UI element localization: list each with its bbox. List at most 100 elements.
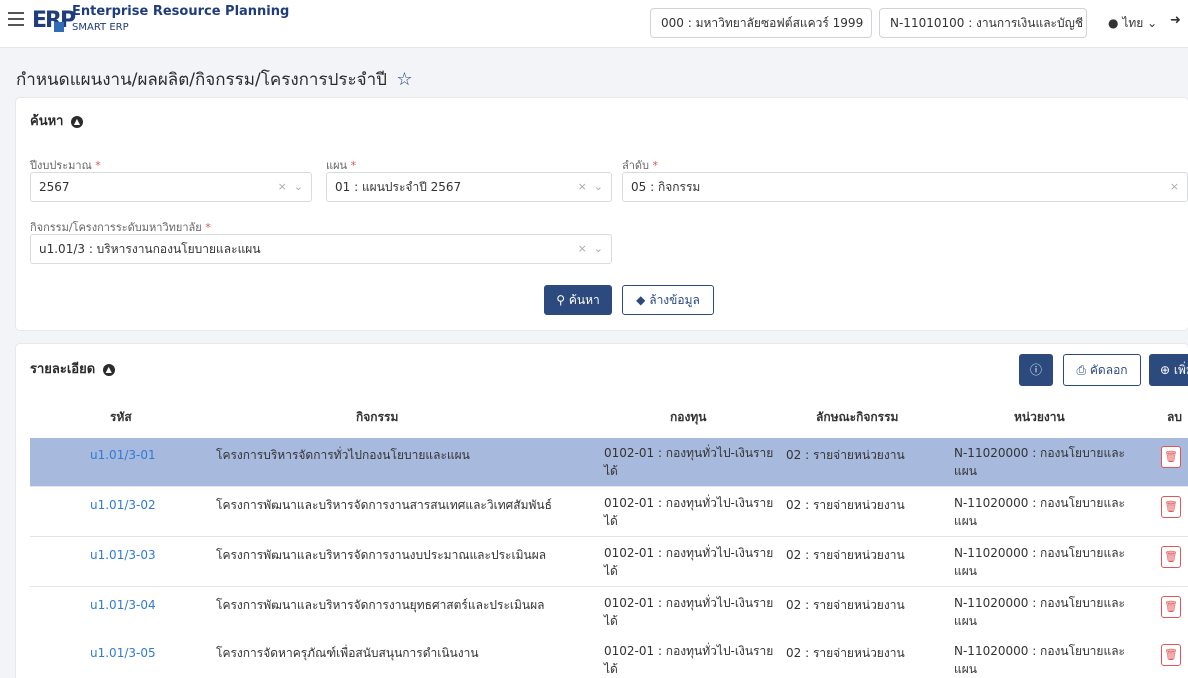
table-row[interactable]: u1.01/3-02 โครงการพัฒนาและบริหารจัดการงาน… [30,488,1188,537]
column-header-fund[interactable]: กองทุน [670,402,706,432]
row-unit: N-11020000 : กองนโยบายและ แผน [954,594,1125,630]
page-title: กำหนดแผนงาน/ผลผลิต/กิจกรรม/โครงการประจำป… [16,66,413,93]
row-unit-line1: N-11020000 : กองนโยบายและ [954,644,1125,658]
logout-icon[interactable]: ➜ [1170,13,1181,28]
delete-button[interactable]: 🗑 [1161,644,1181,666]
row-activity-type: 02 : รายจ่ายหน่วยงาน [786,448,905,462]
copy-icon: ⎙ [1076,363,1087,377]
copy-button[interactable]: ⎙ คัดลอก [1063,354,1141,386]
row-activity: โครงการจัดหาครุภัณฑ์เพื่อสนับสนุนการดำเน… [216,646,479,660]
row-code-link[interactable]: u1.01/3-05 [90,644,156,662]
department-selector[interactable]: N-11010100 : งานการเงินและบัญชี [879,8,1087,38]
row-unit-line2: แผน [954,514,977,528]
search-heading: ค้นหา [30,114,64,129]
row-fund-line2: ได้ [604,614,618,628]
language-selector[interactable]: ● ไทย ⌄ [1108,14,1157,33]
delete-button[interactable]: 🗑 [1161,596,1181,618]
select-controls-icon[interactable]: × ⌄ [278,173,303,201]
table-row[interactable]: u1.01/3-01 โครงการบริหารจัดการทั่วไปกองนโ… [30,438,1188,487]
eraser-icon: ◆ [636,293,646,307]
row-activity-type: 02 : รายจ่ายหน่วยงาน [786,646,905,660]
row-fund-line2: ได้ [604,464,618,478]
row-activity-type: 02 : รายจ่ายหน่วยงาน [786,548,905,562]
row-code-link[interactable]: u1.01/3-03 [90,546,156,564]
collapse-icon[interactable]: ▲ [102,363,115,376]
table-row[interactable]: u1.01/3-05 โครงการจัดหาครุภัณฑ์เพื่อสนับส… [30,636,1188,678]
select-controls-icon[interactable]: × ⌄ [578,235,603,263]
page-title-text: กำหนดแผนงาน/ผลผลิต/กิจกรรม/โครงการประจำป… [16,70,387,90]
row-fund-line1: 0102-01 : กองทุนทั่วไป-เงินราย [604,596,774,610]
row-code-link[interactable]: u1.01/3-02 [90,496,156,514]
clear-button[interactable]: ◆ ล้างข้อมูล [622,285,714,315]
row-fund: 0102-01 : กองทุนทั่วไป-เงินราย ได้ [604,642,773,678]
trash-icon: 🗑 [1164,600,1178,613]
copy-button-label: คัดลอก [1089,363,1128,377]
menu-icon[interactable] [8,12,24,26]
order-select[interactable]: 05 : กิจกรรม × [622,172,1188,202]
row-unit-line1: N-11020000 : กองนโยบายและ [954,546,1125,560]
search-button-label: ค้นหา [568,293,600,307]
erp-logo[interactable]: ERP [32,6,76,36]
collapse-icon[interactable]: ▲ [70,115,83,128]
trash-icon: 🗑 [1164,500,1178,513]
column-header-activity-type[interactable]: ลักษณะกิจกรรม [816,402,898,432]
table-row[interactable]: u1.01/3-03 โครงการพัฒนาและบริหารจัดการงาน… [30,538,1188,587]
row-fund: 0102-01 : กองทุนทั่วไป-เงินราย ได้ [604,494,773,530]
row-unit-line2: แผน [954,564,977,578]
top-bar: ERP Enterprise Resource Planning SMART E… [0,0,1188,48]
order-value: 05 : กิจกรรม [631,180,701,194]
row-unit: N-11020000 : กองนโยบายและแผน [954,544,1125,580]
column-header-delete: ลบ [1167,410,1182,424]
search-panel-header[interactable]: ค้นหา ▲ [30,110,83,131]
select-controls-icon[interactable]: × ⌄ [578,173,603,201]
select-controls-icon[interactable]: × [1170,173,1179,201]
plan-value: 01 : แผนประจำปี 2567 [335,180,462,194]
trash-icon: 🗑 [1164,550,1178,563]
row-code-link[interactable]: u1.01/3-04 [90,596,156,614]
row-fund-line2: ได้ [604,564,618,578]
column-header-unit[interactable]: หน่วยงาน [1014,402,1065,432]
row-activity-type: 02 : รายจ่ายหน่วยงาน [786,498,905,512]
search-panel: ค้นหา ▲ ปีงบประมาณ * 2567 × ⌄ แผน * 01 :… [16,98,1188,330]
add-button[interactable]: ⊕ เพิ่ม [1149,354,1188,386]
row-unit-line2: แผน [954,662,977,676]
organization-selector[interactable]: 000 : มหาวิทยาลัยซอฟต์สแควร์ 1999 [650,8,872,38]
column-header-code[interactable]: รหัส [110,402,132,432]
table-header: รหัส กิจกรรม กองทุน ลักษณะกิจกรรม หน่วยง… [30,402,1188,432]
search-button[interactable]: ⚲ ค้นหา [544,285,612,315]
row-unit-line1: N-11020000 : กองนโยบายและ [954,496,1125,510]
row-activity: โครงการพัฒนาและบริหารจัดการงานงบประมาณแล… [216,548,547,562]
detail-panel-header[interactable]: รายละเอียด ▲ [30,358,115,379]
search-icon: ⚲ [556,293,566,307]
app-subtitle: SMART ERP [72,22,129,33]
column-header-activity[interactable]: กิจกรรม [356,402,398,432]
row-unit: N-11020000 : กองนโยบายและแผน [954,642,1125,678]
app-title: Enterprise Resource Planning [72,4,290,19]
plus-circle-icon: ⊕ [1160,363,1171,377]
row-unit: N-11020000 : กองนโยบายและแผน [954,444,1125,480]
delete-button[interactable]: 🗑 [1161,496,1181,518]
trash-icon: 🗑 [1164,648,1178,661]
fiscal-year-select[interactable]: 2567 × ⌄ [30,172,312,202]
favorite-star-icon[interactable]: ☆ [396,69,412,90]
row-fund: 0102-01 : กองทุนทั่วไป-เงินรายได้ [604,544,773,580]
delete-button[interactable]: 🗑 [1161,446,1181,468]
row-unit-line2: แผน [954,464,977,478]
row-unit-line1: N-11020000 : กองนโยบายและ [954,596,1125,610]
globe-icon: ● [1108,16,1119,30]
row-unit-line1: N-11020000 : กองนโยบายและ [954,446,1125,460]
table-row[interactable]: u1.01/3-04 โครงการพัฒนาและบริหารจัดการงาน… [30,588,1188,637]
plan-select[interactable]: 01 : แผนประจำปี 2567 × ⌄ [326,172,612,202]
row-fund-line1: 0102-01 : กองทุนทั่วไป-เงินราย [604,446,774,460]
delete-button[interactable]: 🗑 [1161,546,1181,568]
row-unit: N-11020000 : กองนโยบายและแผน [954,494,1125,530]
row-activity: โครงการพัฒนาและบริหารจัดการงานยุทธศาสตร์… [216,598,545,612]
row-activity-type: 02 : รายจ่ายหน่วยงาน [786,598,905,612]
activity-value: u1.01/3 : บริหารงานกองนโยบายและแผน [39,242,261,256]
info-button[interactable]: ⓘ [1019,354,1053,386]
clear-button-label: ล้างข้อมูล [649,293,700,307]
row-fund-line1: 0102-01 : กองทุนทั่วไป-เงินราย [604,546,774,560]
activity-select[interactable]: u1.01/3 : บริหารงานกองนโยบายและแผน × ⌄ [30,234,612,264]
add-button-label: เพิ่ม [1173,363,1188,377]
row-code-link[interactable]: u1.01/3-01 [90,446,156,464]
